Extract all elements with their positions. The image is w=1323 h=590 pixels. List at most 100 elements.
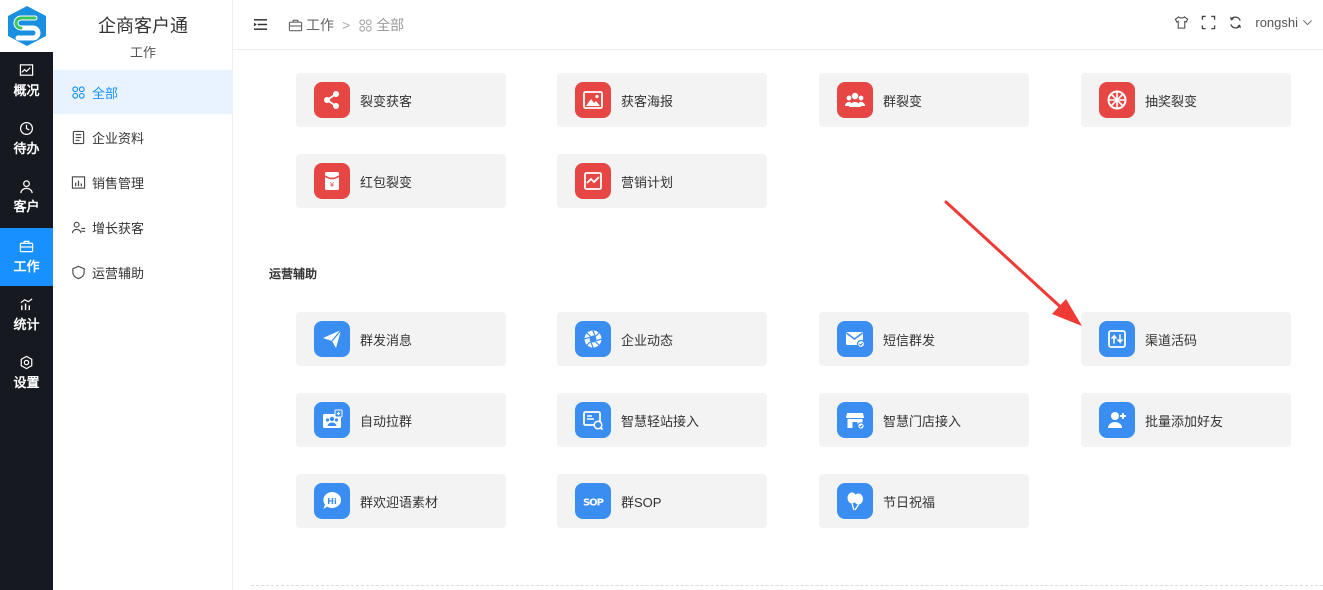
rail-item-work[interactable]: 工作 [0, 228, 53, 286]
card-label: 自动拉群 [360, 413, 413, 429]
users-icon [71, 221, 86, 233]
tshirt-icon[interactable] [1174, 15, 1189, 30]
user-icon [20, 180, 33, 194]
refresh-icon[interactable] [1228, 15, 1243, 30]
card-label: 红包裂变 [360, 174, 413, 190]
card-label: 获客海报 [621, 93, 674, 109]
card-company-news[interactable]: 企业动态 [557, 312, 767, 366]
card-acquire-poster[interactable]: 获客海报 [557, 73, 767, 127]
menu-toggle-icon[interactable] [253, 17, 268, 32]
logo-icon [7, 6, 46, 46]
main-nav-rail: 概况 待办 客户 工作 统计 设置 [0, 0, 53, 590]
group-add-icon [314, 402, 350, 438]
app-logo[interactable] [0, 0, 53, 52]
card-auto-group[interactable]: 自动拉群 [296, 393, 506, 447]
grid-icon [359, 18, 372, 32]
card-label: 智慧轻站接入 [621, 413, 700, 429]
card-label: 群SOP [621, 494, 662, 510]
grid-icon [72, 85, 85, 99]
card-batch-add-friends[interactable]: 批量添加好友 [1081, 393, 1291, 447]
svg-text:Hi: Hi [327, 497, 337, 506]
rail-item-todo[interactable]: 待办 [0, 110, 53, 168]
plan-chart-icon [575, 163, 611, 199]
card-label: 营销计划 [621, 174, 674, 190]
card-label: 企业动态 [621, 332, 674, 348]
rail-item-stats[interactable]: 统计 [0, 286, 53, 344]
sidebar-item-company-info[interactable]: 企业资料 [53, 115, 233, 159]
card-label: 群裂变 [883, 93, 923, 109]
card-welcome-material[interactable]: Hi 群欢迎语素材 [296, 474, 506, 528]
site-icon [575, 402, 611, 438]
rail-item-label: 工作 [13, 259, 40, 274]
rail-item-label: 概况 [13, 83, 40, 98]
red-envelope-icon: ¥ [314, 163, 350, 199]
stats-icon [20, 298, 33, 311]
breadcrumb-current: 全部 [376, 17, 405, 33]
card-lottery-fission[interactable]: 抽奖裂变 [1081, 73, 1291, 127]
briefcase-icon [19, 240, 34, 253]
image-icon [575, 82, 611, 118]
card-label: 节日祝福 [883, 494, 936, 510]
card-label: 群发消息 [360, 332, 413, 348]
briefcase-icon [288, 19, 303, 31]
card-fission-acquire[interactable]: 裂变获客 [296, 73, 506, 127]
shield-icon [72, 265, 85, 279]
card-smart-store[interactable]: 智慧门店接入 [819, 393, 1029, 447]
sop-icon: SOP [575, 483, 611, 519]
rail-item-label: 客户 [13, 199, 40, 214]
username[interactable]: rongshi [1255, 15, 1298, 30]
card-smart-site[interactable]: 智慧轻站接入 [557, 393, 767, 447]
breadcrumb: 工作 > 全部 [288, 15, 404, 35]
add-friend-icon [1099, 402, 1135, 438]
top-header: 工作 > 全部 rongshi [233, 0, 1323, 50]
document-icon [72, 130, 85, 144]
card-channel-qrcode[interactable]: 渠道活码 [1081, 312, 1291, 366]
chart-icon [19, 64, 34, 76]
sidebar-item-all[interactable]: 全部 [53, 70, 233, 114]
rail-item-settings[interactable]: 设置 [0, 344, 53, 402]
card-marketing-plan[interactable]: 营销计划 [557, 154, 767, 208]
sidebar-item-sales[interactable]: 销售管理 [53, 160, 233, 204]
rail-item-customers[interactable]: 客户 [0, 168, 53, 226]
sub-sidebar: 企商客户通 工作 全部 企业资料 销售管理 增长获客 运营辅助 [53, 0, 233, 590]
qrcode-icon [1099, 321, 1135, 357]
rail-item-label: 统计 [13, 317, 40, 332]
card-label: 渠道活码 [1145, 332, 1198, 348]
sidebar-item-label: 增长获客 [92, 220, 145, 236]
card-sms-mass[interactable]: 短信群发 [819, 312, 1029, 366]
wheel-icon [1099, 82, 1135, 118]
sidebar-item-label: 全部 [92, 85, 119, 101]
chart-board-icon [71, 175, 86, 189]
card-label: 智慧门店接入 [883, 413, 962, 429]
group-icon [837, 82, 873, 118]
card-mass-message[interactable]: 群发消息 [296, 312, 506, 366]
card-label: 群欢迎语素材 [360, 494, 439, 510]
card-label: 批量添加好友 [1145, 413, 1224, 429]
breadcrumb-item[interactable]: 工作 [306, 15, 334, 35]
send-icon [314, 321, 350, 357]
content-divider [251, 585, 1323, 586]
hi-icon: Hi [314, 483, 350, 519]
card-label: 短信群发 [883, 332, 936, 348]
card-red-envelope-fission[interactable]: ¥ 红包裂变 [296, 154, 506, 208]
card-group-fission[interactable]: 群裂变 [819, 73, 1029, 127]
rail-item-overview[interactable]: 概况 [0, 52, 53, 110]
sidebar-item-label: 企业资料 [92, 130, 145, 146]
share-icon [314, 82, 350, 118]
card-holiday-greeting[interactable]: 节日祝福 [819, 474, 1029, 528]
chevron-down-icon[interactable] [1302, 17, 1313, 28]
gear-icon [20, 355, 33, 370]
header-actions: rongshi [1174, 15, 1313, 30]
sidebar-subtitle: 工作 [129, 45, 156, 60]
work-content: 裂变获客 获客海报 群裂变 抽奖裂变 ¥ 红包裂变 营销计划 运营辅助 群发消息… [251, 52, 1323, 590]
sidebar-item-label: 销售管理 [92, 175, 145, 191]
rail-item-label: 设置 [13, 375, 40, 390]
sidebar-item-label: 运营辅助 [92, 265, 145, 281]
sidebar-item-growth[interactable]: 增长获客 [53, 205, 233, 249]
section-title-operations: 运营辅助 [269, 267, 318, 281]
card-group-sop[interactable]: SOP 群SOP [557, 474, 767, 528]
brand-title: 企商客户通 [98, 16, 188, 36]
fullscreen-icon[interactable] [1201, 15, 1216, 30]
sidebar-item-operations[interactable]: 运营辅助 [53, 250, 233, 294]
svg-text:SOP: SOP [583, 498, 604, 509]
